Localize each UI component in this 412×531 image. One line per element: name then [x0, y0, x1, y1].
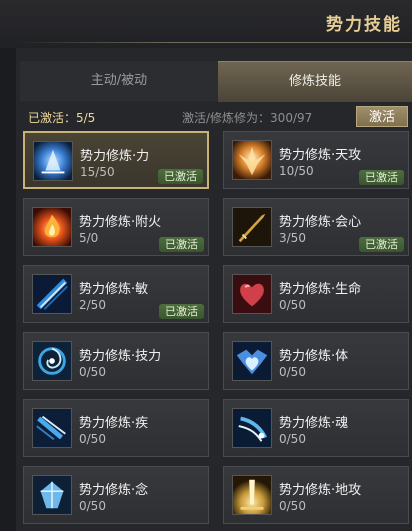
skill-card-life[interactable]: 势力修炼·生命 0/50 — [223, 265, 409, 323]
skill-name: 势力修炼·疾 — [79, 416, 149, 431]
skill-name: 势力修炼·会心 — [279, 215, 362, 230]
body-shield-icon — [232, 341, 272, 381]
tab-bar: 主动/被动 修炼技能 — [20, 61, 412, 102]
skill-level: 0/50 — [279, 365, 306, 379]
skill-name: 势力修炼·天攻 — [279, 148, 362, 163]
strength-icon — [33, 141, 73, 181]
agility-icon — [32, 274, 72, 314]
activated-badge: 已激活 — [359, 237, 404, 252]
tab-cultivation-skills[interactable]: 修炼技能 — [218, 61, 412, 102]
tab-active-passive[interactable]: 主动/被动 — [20, 61, 218, 101]
vortex-icon — [32, 341, 72, 381]
activate-button[interactable]: 激活 — [356, 106, 408, 127]
speed-icon — [32, 408, 72, 448]
skill-card-soul[interactable]: 势力修炼·魂 0/50 — [223, 399, 409, 457]
sky-attack-icon — [232, 140, 272, 180]
skill-card-body[interactable]: 势力修炼·体 0/50 — [223, 332, 409, 390]
skill-level: 15/50 — [80, 165, 115, 179]
skill-level: 5/0 — [79, 231, 99, 245]
activated-badge: 已激活 — [159, 237, 204, 252]
earth-attack-icon — [232, 475, 272, 515]
skill-level: 10/50 — [279, 164, 314, 178]
skill-level: 0/50 — [79, 499, 106, 513]
activated-badge: 已激活 — [158, 169, 203, 184]
heart-icon — [232, 274, 272, 314]
header-divider — [14, 42, 412, 43]
skill-level: 2/50 — [79, 298, 106, 312]
skill-card-speed[interactable]: 势力修炼·疾 0/50 — [23, 399, 209, 457]
activated-badge: 已激活 — [359, 170, 404, 185]
skill-name: 势力修炼·技力 — [79, 349, 162, 364]
skill-level: 0/50 — [79, 432, 106, 446]
fire-icon — [32, 207, 72, 247]
skill-card-skill-power[interactable]: 势力修炼·技力 0/50 — [23, 332, 209, 390]
header: 势力技能 — [0, 0, 412, 48]
skill-level: 0/50 — [79, 365, 106, 379]
skill-card-agility[interactable]: 势力修炼·敏 2/50 已激活 — [23, 265, 209, 323]
skill-level: 0/50 — [279, 298, 306, 312]
skill-card-critical[interactable]: 势力修炼·会心 3/50 已激活 — [223, 198, 409, 256]
skill-name: 势力修炼·力 — [80, 149, 150, 164]
cultivation-points: 激活/修炼修为：300/97 — [182, 111, 313, 125]
skill-name: 势力修炼·体 — [279, 349, 349, 364]
activated-badge: 已激活 — [159, 304, 204, 319]
skill-name: 势力修炼·地攻 — [279, 483, 362, 498]
skill-card-sky-attack[interactable]: 势力修炼·天攻 10/50 已激活 — [223, 131, 409, 189]
skill-card-fire[interactable]: 势力修炼·附火 5/0 已激活 — [23, 198, 209, 256]
status-row: 已激活：5/5 激活/修炼修为：300/97 激活 — [28, 106, 412, 128]
skill-name: 势力修炼·魂 — [279, 416, 349, 431]
skill-name: 势力修炼·念 — [79, 483, 149, 498]
skill-card-earth-attack[interactable]: 势力修炼·地攻 0/50 — [223, 466, 409, 524]
page-title: 势力技能 — [326, 15, 402, 35]
skill-card-mind[interactable]: 势力修炼·念 0/50 — [23, 466, 209, 524]
skill-level: 0/50 — [279, 432, 306, 446]
skill-level: 0/50 — [279, 499, 306, 513]
skill-card-strength[interactable]: 势力修炼·力 15/50 已激活 — [23, 131, 209, 189]
skill-name: 势力修炼·附火 — [79, 215, 162, 230]
crystal-icon — [32, 475, 72, 515]
active-count: 已激活：5/5 — [28, 111, 96, 125]
skill-name: 势力修炼·生命 — [279, 282, 362, 297]
soul-icon — [232, 408, 272, 448]
critical-sword-icon — [232, 207, 272, 247]
skill-name: 势力修炼·敏 — [79, 282, 149, 297]
skill-level: 3/50 — [279, 231, 306, 245]
